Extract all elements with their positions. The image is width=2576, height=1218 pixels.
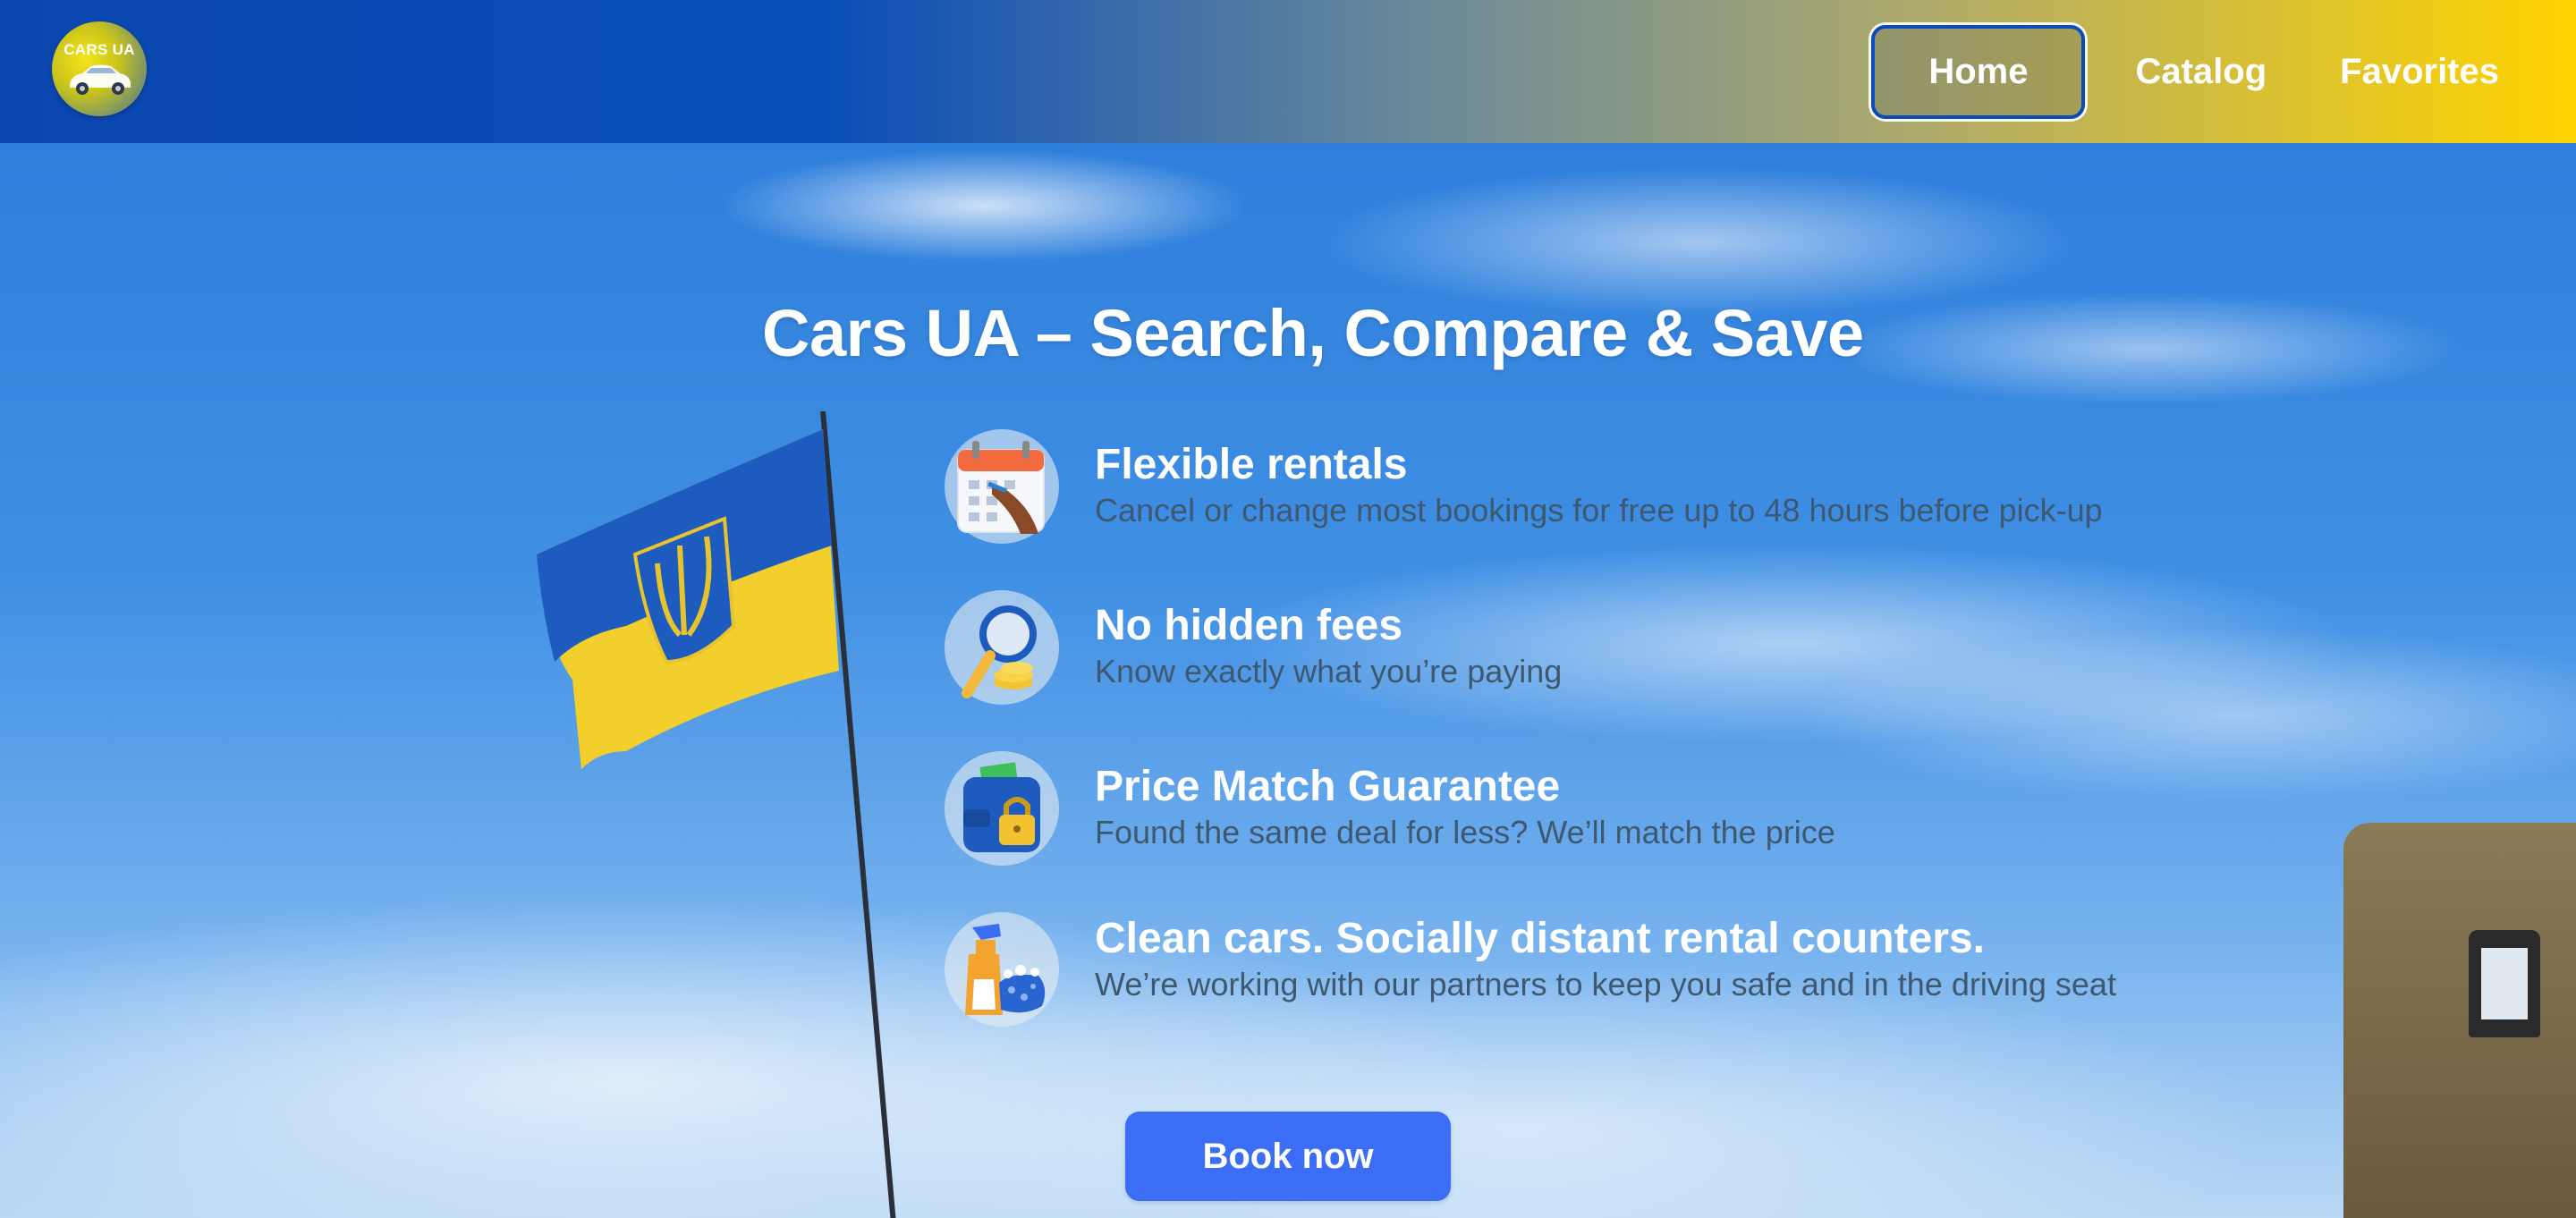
- nav-catalog[interactable]: Catalog: [2112, 25, 2290, 119]
- calendar-icon: [945, 429, 1059, 544]
- feature-description: We’re working with our partners to keep …: [1095, 966, 2116, 1002]
- feature-title: No hidden fees: [1095, 602, 1403, 649]
- feature-title: Flexible rentals: [1095, 441, 1408, 488]
- main-nav: Home Catalog Favorites: [1871, 18, 2522, 125]
- book-now-button[interactable]: Book now: [1125, 1112, 1451, 1201]
- nav-favorites[interactable]: Favorites: [2317, 25, 2522, 119]
- feature-description: Cancel or change most bookings for free …: [1095, 492, 2103, 529]
- nav-home[interactable]: Home: [1871, 24, 2086, 119]
- feature-title: Clean cars. Socially distant rental coun…: [1095, 915, 1986, 962]
- site-header: CARS UA Home Catalog Favorites: [0, 0, 2576, 143]
- logo-text: CARS UA: [64, 41, 135, 58]
- cleaning-spray-icon: [945, 912, 1059, 1027]
- distant-flag: [2531, 581, 2576, 796]
- street-lamp: [2469, 930, 2540, 1037]
- feature-description: Found the same deal for less? We’ll matc…: [1095, 814, 1835, 850]
- feature-title: Price Match Guarantee: [1095, 763, 1561, 810]
- logo[interactable]: CARS UA: [52, 21, 147, 116]
- stone-tower: [2343, 823, 2576, 1218]
- feature-description: Know exactly what you’re paying: [1095, 653, 1563, 689]
- car-icon: [70, 64, 131, 95]
- page-title: Cars UA – Search, Compare & Save: [762, 295, 1864, 370]
- ukraine-flag-image: [537, 411, 896, 1218]
- magnifier-coins-icon: [945, 590, 1059, 705]
- wallet-lock-icon: [945, 751, 1059, 866]
